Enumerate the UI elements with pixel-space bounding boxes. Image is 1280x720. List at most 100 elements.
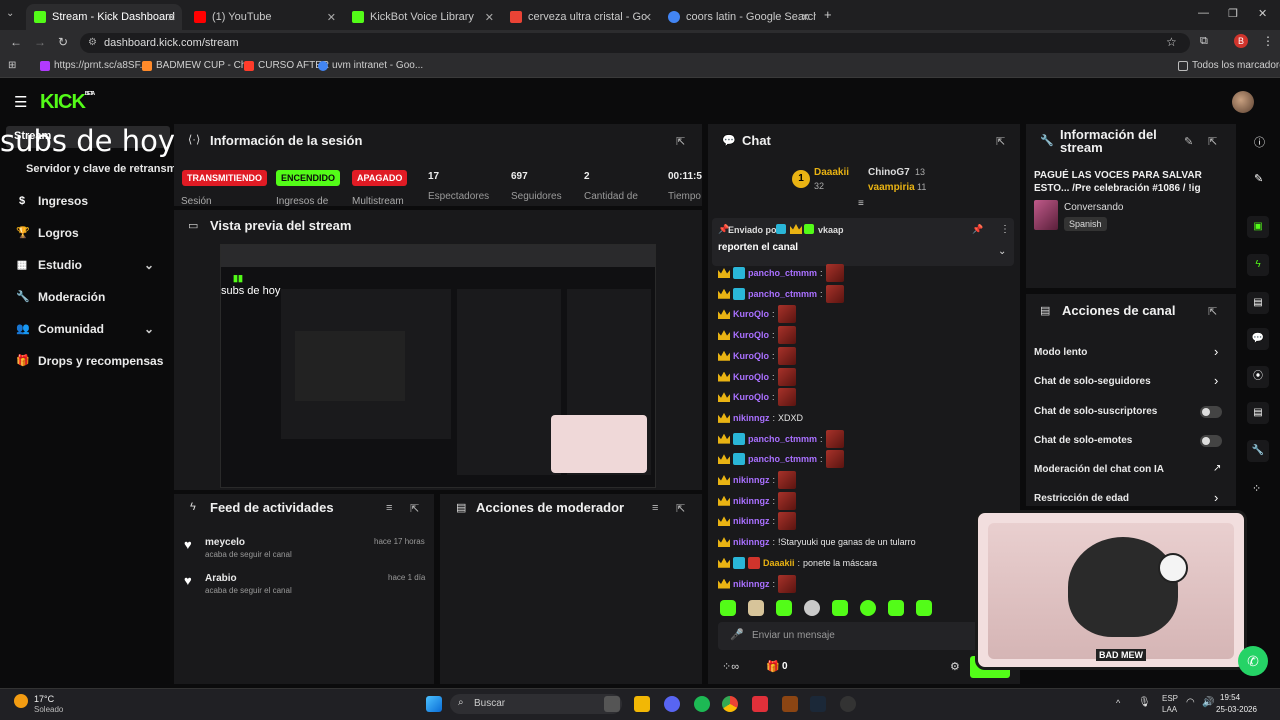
chat-username[interactable]: pancho_ctmmm xyxy=(748,268,817,278)
obs-icon[interactable] xyxy=(840,696,856,712)
microphone-tray-icon[interactable]: 🎙 xyxy=(1138,697,1151,708)
pinned-message[interactable]: 📌 Enviado por vkaap reporten el canal 📌 … xyxy=(712,218,1014,266)
chat-message[interactable]: pancho_ctmmm: xyxy=(718,450,844,469)
emote-icon[interactable] xyxy=(832,600,848,616)
chat-message[interactable]: nikinngz: xyxy=(718,574,797,593)
menu-dots-icon[interactable]: ⋮ xyxy=(1262,34,1274,48)
chat-message[interactable]: KuroQlo: xyxy=(718,346,796,365)
steam-icon[interactable] xyxy=(810,696,826,712)
sidebar-item-moderacion[interactable]: 🔧 Moderación xyxy=(16,290,105,304)
tab-cerveza[interactable]: cerveza ultra cristal - Google Sh ✕ xyxy=(502,4,658,30)
forward-icon[interactable]: → xyxy=(34,35,46,49)
expand-icon[interactable]: ⇱ xyxy=(996,135,1005,148)
chevron-down-icon[interactable]: ⌄ xyxy=(998,246,1006,257)
rail-document-icon[interactable]: ▤ xyxy=(1247,292,1269,314)
expand-icon[interactable]: ⇱ xyxy=(410,502,419,515)
avatar[interactable] xyxy=(1232,91,1254,113)
chat-username[interactable]: KuroQlo xyxy=(733,392,769,402)
minimize-icon[interactable]: — xyxy=(1198,7,1209,19)
edit-pencil-icon[interactable]: ✎ xyxy=(1184,135,1193,148)
url-field[interactable]: ⚙ dashboard.kick.com/stream xyxy=(80,33,1190,53)
chat-message[interactable]: KuroQlo: xyxy=(718,388,796,407)
subscribers-only-toggle[interactable] xyxy=(1200,406,1222,418)
chat-username[interactable]: KuroQlo xyxy=(733,330,769,340)
gift-icon[interactable]: 🎁 xyxy=(766,660,780,673)
chevron-right-icon[interactable]: › xyxy=(1214,373,1218,388)
rail-list-icon[interactable]: ▤ xyxy=(1247,402,1269,424)
extensions-icon[interactable]: ⧉ xyxy=(1200,35,1208,48)
close-icon[interactable]: ✕ xyxy=(643,11,652,24)
chat-username[interactable]: KuroQlo xyxy=(733,309,769,319)
taskbar-search[interactable]: ⌕ Buscar xyxy=(450,694,622,714)
expand-icon[interactable]: ⇱ xyxy=(676,135,685,148)
sidebar-item-estudio[interactable]: ▦ Estudio ⌄ xyxy=(16,258,156,272)
chat-username[interactable]: nikinngz xyxy=(733,475,770,485)
rail-bolt-icon[interactable]: ϟ xyxy=(1247,254,1269,276)
expand-icon[interactable]: ⇱ xyxy=(676,502,685,515)
chat-username[interactable]: Daaakii xyxy=(763,558,795,568)
app-icon[interactable] xyxy=(782,696,798,712)
new-tab-icon[interactable]: + xyxy=(824,7,832,22)
tab-youtube[interactable]: (1) YouTube ✕ xyxy=(186,4,342,30)
ai-moderation-label[interactable]: Moderación del chat con IA xyxy=(1034,464,1164,475)
chat-username[interactable]: KuroQlo xyxy=(733,351,769,361)
volume-icon[interactable]: 🔊 xyxy=(1202,697,1214,708)
chat-message[interactable]: nikinngz: xyxy=(718,491,797,510)
chat-message[interactable]: nikinngz: xyxy=(718,512,797,531)
back-icon[interactable]: ← xyxy=(10,35,22,49)
emote-icon[interactable] xyxy=(860,600,876,616)
weather-sun-icon[interactable] xyxy=(14,694,28,708)
tab-kick-dashboard[interactable]: Stream - Kick Dashboard ✕ xyxy=(26,4,182,30)
stream-preview-video[interactable]: ▮▮ subs de hoy xyxy=(220,244,656,488)
chat-username[interactable]: nikinngz xyxy=(733,496,770,506)
chat-message[interactable]: KuroQlo: xyxy=(718,367,796,386)
sidebar-item-server-key[interactable]: Servidor y clave de retransm xyxy=(26,163,176,175)
rail-wrench-icon[interactable]: 🔧 xyxy=(1247,440,1269,462)
emote-icon[interactable] xyxy=(804,600,820,616)
external-link-icon[interactable]: ↗ xyxy=(1213,463,1221,474)
more-icon[interactable]: ⋮ xyxy=(1000,224,1010,235)
recorder-icon[interactable] xyxy=(752,696,768,712)
chat-username[interactable]: nikinngz xyxy=(733,516,770,526)
whatsapp-icon[interactable]: ✆ xyxy=(1238,646,1268,676)
chevron-right-icon[interactable]: › xyxy=(1214,344,1218,359)
chat-username[interactable]: pancho_ctmmm xyxy=(748,454,817,464)
info-circle-icon[interactable]: ⓘ xyxy=(1254,134,1265,150)
chat-username[interactable]: nikinngz xyxy=(733,537,770,547)
filter-icon[interactable]: ≡ xyxy=(652,502,658,514)
sidebar-item-ingresos[interactable]: $ Ingresos xyxy=(16,194,88,208)
tab-coors[interactable]: coors latin - Google Search ✕ xyxy=(660,4,816,30)
file-explorer-icon[interactable] xyxy=(634,696,650,712)
emote-icon[interactable] xyxy=(888,600,904,616)
all-bookmarks[interactable]: Todos los marcadores xyxy=(1178,60,1280,71)
close-icon[interactable]: ✕ xyxy=(801,11,810,24)
tray-chevron-icon[interactable]: ^ xyxy=(1116,698,1120,708)
chat-username[interactable]: pancho_ctmmm xyxy=(748,434,817,444)
maximize-icon[interactable]: ❐ xyxy=(1228,7,1238,20)
filter-icon[interactable]: ≡ xyxy=(386,502,392,514)
chat-username[interactable]: pancho_ctmmm xyxy=(748,289,817,299)
collapse-icon[interactable]: ≡ xyxy=(858,198,864,209)
sidebar-item-comunidad[interactable]: 👥 Comunidad ⌄ xyxy=(16,322,156,336)
bookmark-star-icon[interactable]: ☆ xyxy=(1166,35,1177,49)
points-icon[interactable]: ⁘∞ xyxy=(722,660,739,673)
chat-message[interactable]: Daaakii: ponete la máscara xyxy=(718,554,877,572)
close-icon[interactable]: ✕ xyxy=(167,11,176,24)
bookmark-uvm[interactable]: uvm intranet - Goo... xyxy=(318,60,423,71)
close-icon[interactable]: ✕ xyxy=(327,11,336,24)
language-code[interactable]: ESP xyxy=(1162,694,1178,703)
chat-message[interactable]: KuroQlo: xyxy=(718,305,796,324)
windows-start-icon[interactable] xyxy=(426,696,442,712)
task-view-icon[interactable] xyxy=(604,696,620,712)
settings-gear-icon[interactable]: ⚙ xyxy=(950,660,960,673)
chat-message[interactable]: KuroQlo: xyxy=(718,326,796,345)
pencil-icon[interactable]: ✎ xyxy=(1254,172,1263,185)
spotify-icon[interactable] xyxy=(694,696,710,712)
chevron-right-icon[interactable]: › xyxy=(1214,490,1218,505)
window-close-icon[interactable]: ✕ xyxy=(1258,7,1267,20)
chat-username[interactable]: nikinngz xyxy=(733,413,770,423)
rail-apps-icon[interactable]: ⁘ xyxy=(1252,482,1261,495)
emote-icon[interactable] xyxy=(916,600,932,616)
profile-icon[interactable]: B xyxy=(1234,34,1248,48)
chat-message[interactable]: nikinngz: !Staryuuki que ganas de un tula… xyxy=(718,533,916,551)
